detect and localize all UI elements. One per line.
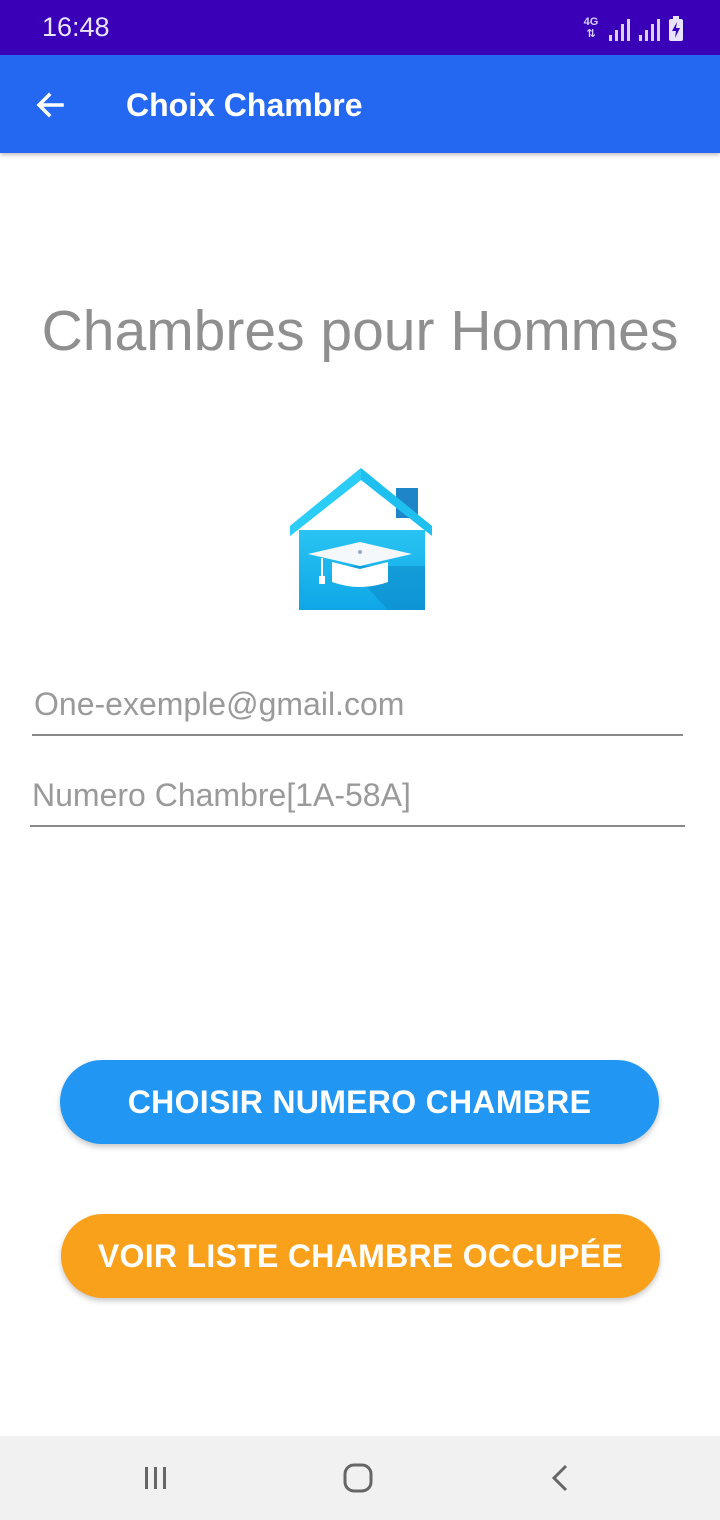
page-title: Choix Chambre [126,87,363,123]
status-icons: 4G ⇅ [582,14,684,42]
network-label: 4G [583,16,599,28]
rooms-heading: Chambres pour Hommes [41,299,679,363]
recents-button[interactable] [126,1454,186,1502]
status-bar: 16:48 4G ⇅ [0,0,720,55]
signal-icon [609,19,630,41]
app-bar: Choix Chambre [0,55,720,153]
screen: 16:48 4G ⇅ Choix Chambre Chambres pour H… [0,0,720,1520]
home-button[interactable] [328,1454,388,1502]
arrow-left-icon [36,92,64,118]
signal-icon [639,19,660,41]
choose-room-button[interactable]: CHOISIR NUMERO CHAMBRE [60,1060,659,1144]
house-graduation-cap-icon [290,468,432,610]
data-arrows-icon: ⇅ [586,28,596,40]
system-back-button[interactable] [530,1454,590,1502]
recents-icon [145,1467,166,1489]
status-time: 16:48 [42,12,110,42]
back-button[interactable] [22,77,78,133]
back-icon [551,1464,568,1492]
email-field[interactable] [32,684,683,736]
view-occupied-rooms-button[interactable]: VOIR LISTE CHAMBRE OCCUPÉE [61,1214,660,1298]
network-4g-icon: 4G ⇅ [582,16,600,42]
home-icon [343,1463,373,1493]
battery-charging-icon [669,16,683,41]
navigation-bar [0,1436,720,1520]
room-number-field[interactable] [30,775,685,827]
